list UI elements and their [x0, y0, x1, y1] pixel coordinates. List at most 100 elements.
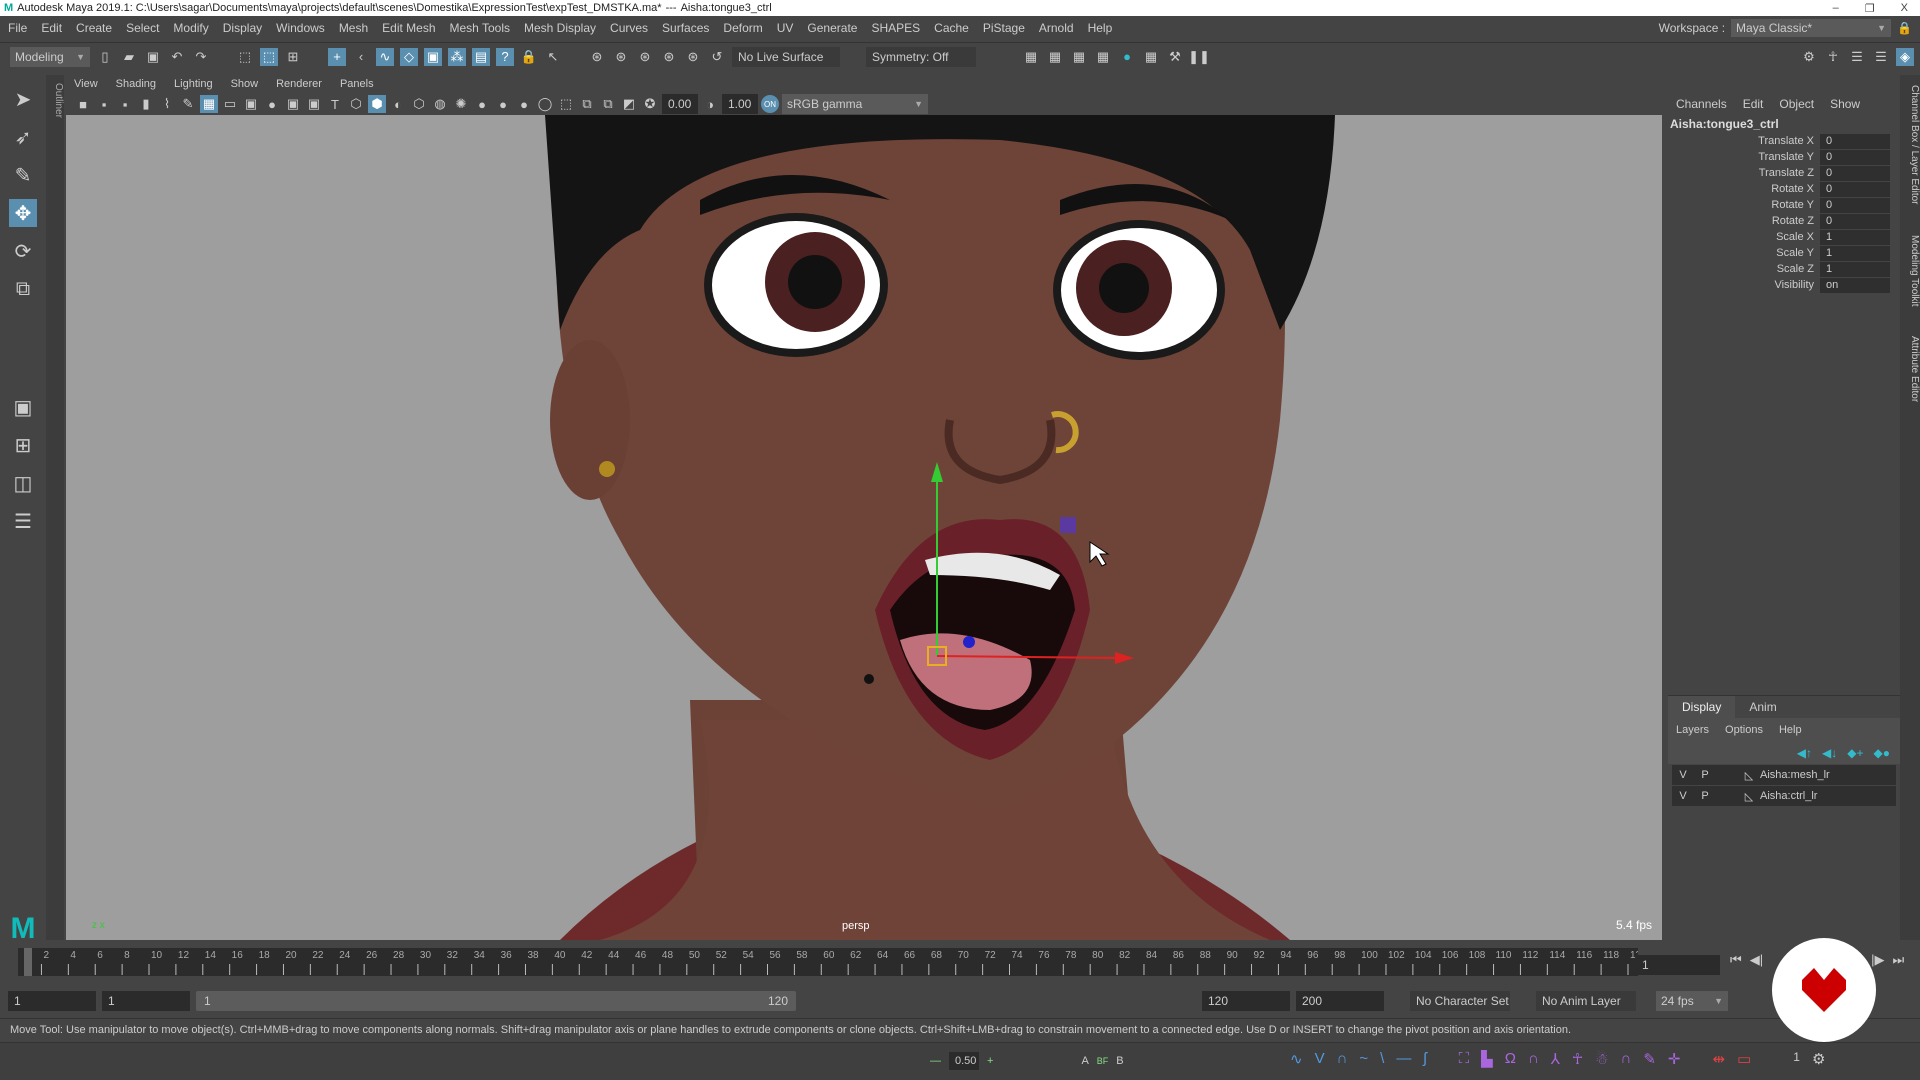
grid-icon[interactable]: ▦ — [200, 95, 218, 113]
camera-lock-icon[interactable]: ▪ — [95, 95, 113, 113]
start-time-field[interactable]: 1 — [8, 991, 96, 1011]
camera-attributes-icon[interactable]: ▪ — [116, 95, 134, 113]
layer-row[interactable]: V P ◺ Aisha:ctrl_lr — [1672, 786, 1896, 806]
menu-edit[interactable]: Edit — [41, 21, 62, 35]
attribute-row[interactable]: Scale Y 1 — [1668, 245, 1900, 261]
layer-menu-layers[interactable]: Layers — [1676, 724, 1709, 736]
human-ik-icon[interactable]: ☥ — [1824, 48, 1842, 66]
gamma-icon[interactable]: ◑ — [701, 95, 719, 113]
pause-icon[interactable]: ❚❚ — [1188, 48, 1210, 66]
ik-icon[interactable]: ⅄ — [1551, 1050, 1560, 1068]
camera-icon[interactable]: ▭ — [1737, 1050, 1751, 1068]
plateau-tangent-icon[interactable]: — — [1396, 1050, 1411, 1068]
menu-generate[interactable]: Generate — [807, 21, 857, 35]
range-bar[interactable]: 1 120 — [196, 991, 796, 1011]
hypershade-icon[interactable]: ● — [1118, 48, 1136, 66]
select-component-icon[interactable]: ⊞ — [284, 48, 302, 66]
menu-edit-mesh[interactable]: Edit Mesh — [382, 21, 435, 35]
snap-point-icon[interactable]: ⊛ — [636, 48, 654, 66]
pen-icon[interactable]: ✎ — [1643, 1050, 1656, 1068]
channel-menu-edit[interactable]: Edit — [1743, 97, 1764, 111]
auto-tangent-icon[interactable]: ʃ — [1423, 1050, 1426, 1068]
layer-tab-display[interactable]: Display — [1668, 696, 1736, 718]
outliner-layout-icon[interactable]: ☰ — [9, 507, 37, 535]
four-view-icon[interactable]: ⊞ — [9, 431, 37, 459]
select-misc-icon[interactable]: ? — [496, 47, 514, 66]
lock-selection-icon[interactable]: 🔒 — [520, 48, 538, 66]
panel-menu-lighting[interactable]: Lighting — [174, 78, 213, 90]
gamma-field[interactable]: 1.00 — [722, 94, 758, 114]
settings-icon[interactable]: ⚙ — [1812, 1050, 1825, 1068]
layer-menu-help[interactable]: Help — [1779, 724, 1802, 736]
menu-mesh-tools[interactable]: Mesh Tools — [450, 21, 510, 35]
fps-dropdown[interactable]: 24 fps — [1656, 991, 1728, 1011]
save-scene-icon[interactable]: ▣ — [144, 48, 162, 66]
mode-dropdown[interactable]: Modeling — [10, 46, 90, 67]
panel-menu-panels[interactable]: Panels — [340, 78, 374, 90]
undo-icon[interactable]: ↶ — [168, 48, 186, 66]
image-plane-icon[interactable]: ⌇ — [158, 95, 176, 113]
snap-grid-icon[interactable]: ⊛ — [588, 48, 606, 66]
menu-shapes[interactable]: SHAPES — [871, 21, 920, 35]
modeling-toolkit-icon[interactable]: ⚙ — [1800, 48, 1818, 66]
menu-file[interactable]: File — [8, 21, 27, 35]
live-surface-field[interactable]: No Live Surface — [732, 46, 840, 67]
end-time-field[interactable]: 200 — [1296, 991, 1384, 1011]
playback-end-field[interactable]: 120 — [1202, 991, 1290, 1011]
layer-tab-anim[interactable]: Anim — [1735, 696, 1790, 718]
single-perspective-icon[interactable]: ▣ — [9, 393, 37, 421]
outliner-tab[interactable]: Outliner — [46, 75, 64, 940]
scale-tool-icon[interactable]: ⧉ — [9, 275, 37, 303]
menu-deform[interactable]: Deform — [723, 21, 762, 35]
bookmark-icon[interactable]: ▮ — [137, 95, 155, 113]
figure-icon[interactable]: ☃ — [1595, 1050, 1608, 1068]
menu-display[interactable]: Display — [223, 21, 262, 35]
highlight-selection-icon[interactable]: ↖ — [544, 48, 562, 66]
exposure-icon[interactable]: ✪ — [641, 95, 659, 113]
playback-start-field[interactable]: 1 — [102, 991, 190, 1011]
anti-alias-icon[interactable]: ◯ — [536, 95, 554, 113]
attribute-row[interactable]: Translate X 0 — [1668, 133, 1900, 149]
channel-menu-object[interactable]: Object — [1779, 97, 1814, 111]
arc-icon[interactable]: ∩ — [1621, 1050, 1632, 1068]
character-set-dropdown[interactable]: No Character Set — [1410, 991, 1510, 1011]
lights-icon[interactable]: ✺ — [452, 95, 470, 113]
attribute-value[interactable]: 0 — [1820, 149, 1890, 165]
attribute-row[interactable]: Translate Y 0 — [1668, 149, 1900, 165]
ambient-occlusion-icon[interactable]: ● — [494, 95, 512, 113]
select-joint-icon[interactable]: ‹ — [352, 48, 370, 66]
attribute-value[interactable]: 0 — [1820, 181, 1890, 197]
attribute-row[interactable]: Translate Z 0 — [1668, 165, 1900, 181]
minimize-button[interactable]: – — [1833, 2, 1839, 15]
resolution-gate-icon[interactable]: ▣ — [242, 95, 260, 113]
side-tab[interactable]: Modeling Toolkit — [1900, 235, 1920, 307]
snap-live-icon[interactable]: ↺ — [708, 48, 726, 66]
attribute-row[interactable]: Scale X 1 — [1668, 229, 1900, 245]
grease-pencil-icon[interactable]: ✎ — [179, 95, 197, 113]
anim-layer-dropdown[interactable]: No Anim Layer — [1536, 991, 1636, 1011]
align-icon[interactable]: ▙ — [1481, 1050, 1493, 1068]
walk-icon[interactable]: ☥ — [1572, 1050, 1583, 1068]
ipr-render-icon[interactable]: ▦ — [1070, 48, 1088, 66]
attribute-editor-icon[interactable]: ☰ — [1848, 48, 1866, 66]
select-dynamic-icon[interactable]: ⁂ — [448, 47, 466, 66]
render-settings-icon[interactable]: ▦ — [1022, 48, 1040, 66]
menu-cache[interactable]: Cache — [934, 21, 969, 35]
menu-mesh[interactable]: Mesh — [339, 21, 368, 35]
move-tool-icon[interactable]: ✥ — [9, 199, 37, 227]
attribute-value[interactable]: 0 — [1820, 165, 1890, 181]
flat-tangent-icon[interactable]: ~ — [1359, 1050, 1368, 1068]
visibility-toggle[interactable]: V — [1672, 790, 1694, 802]
weight-field[interactable]: 0.50 — [949, 1052, 979, 1070]
motion-blur-icon[interactable]: ● — [515, 95, 533, 113]
shadows-icon[interactable]: ● — [473, 95, 491, 113]
restore-button[interactable]: ❐ — [1865, 2, 1875, 15]
menu-arnold[interactable]: Arnold — [1039, 21, 1074, 35]
select-tool-icon[interactable]: ➤ — [9, 85, 37, 113]
current-frame-field[interactable]: 1 — [1636, 955, 1720, 975]
attribute-value[interactable]: 0 — [1820, 197, 1890, 213]
select-hierarchy-icon[interactable]: ⬚ — [236, 48, 254, 66]
xray-icon[interactable]: ⬡ — [410, 95, 428, 113]
smooth-shade-icon[interactable]: ⬢ — [368, 95, 386, 113]
two-view-icon[interactable]: ◫ — [9, 469, 37, 497]
